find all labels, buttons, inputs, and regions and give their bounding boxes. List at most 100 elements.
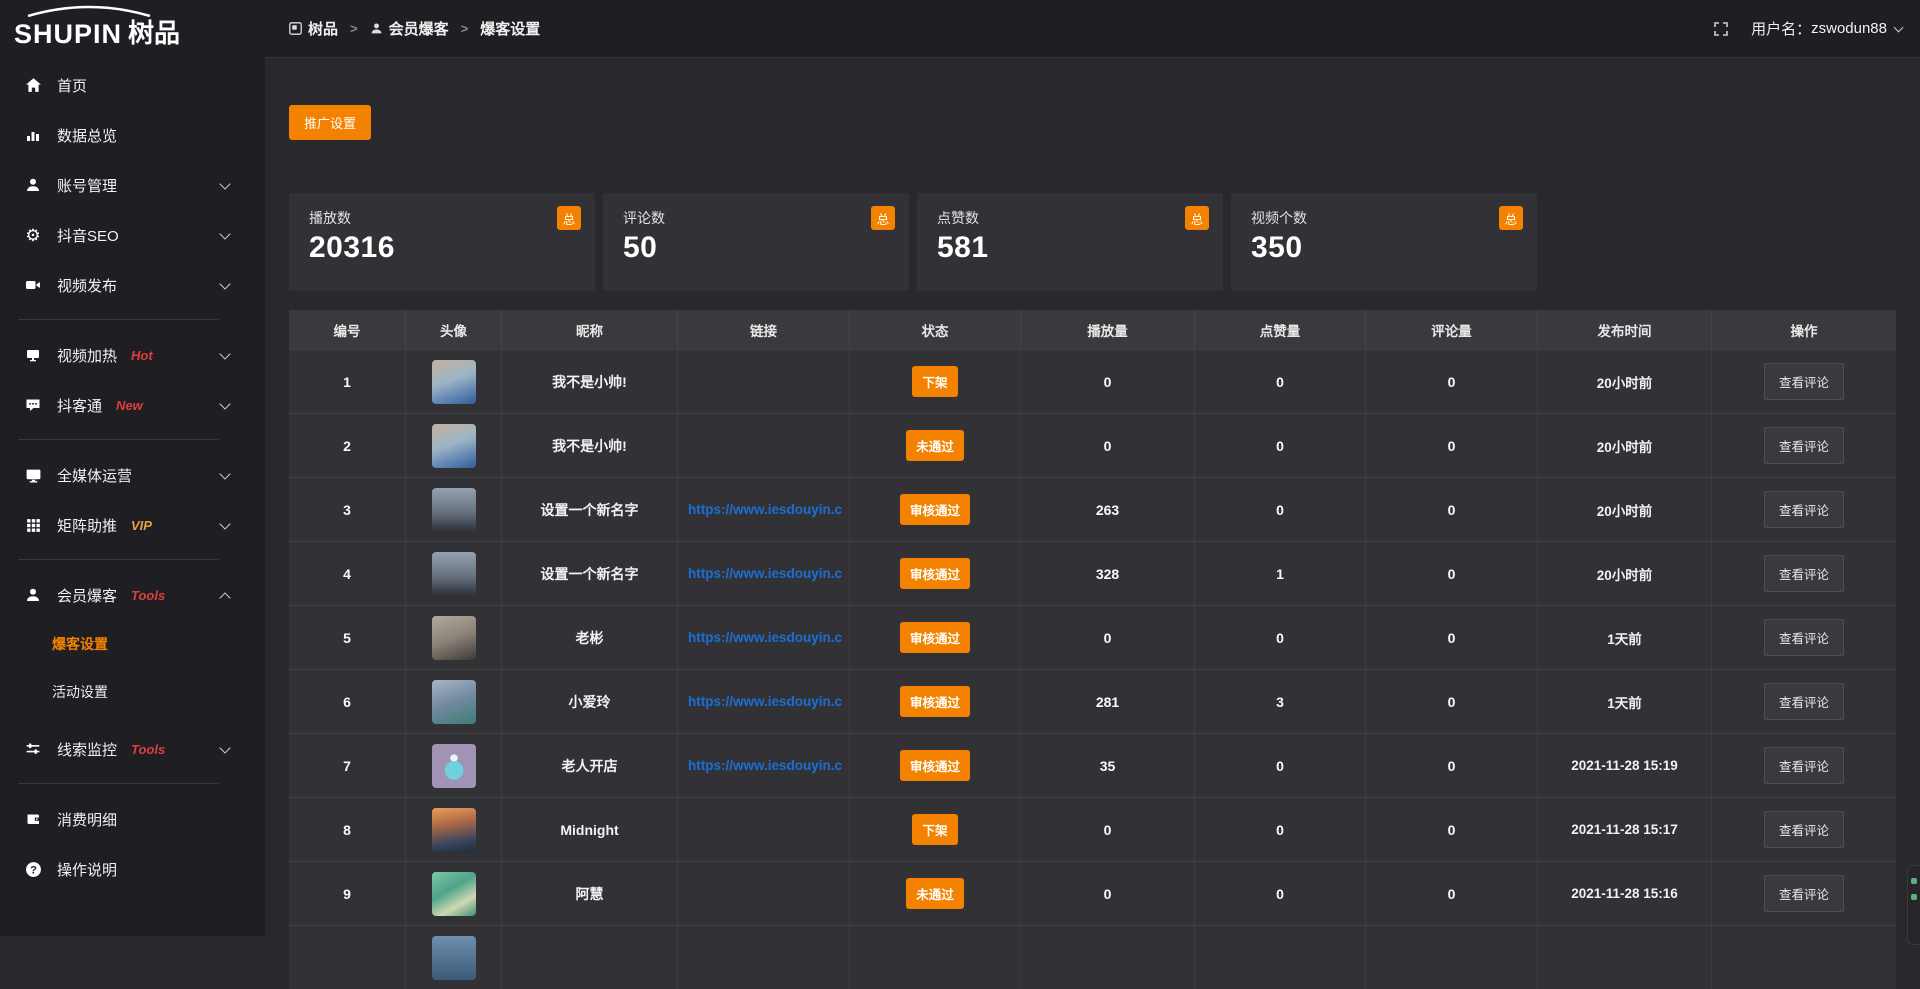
chevron-down-icon — [219, 278, 230, 289]
cell-avatar — [406, 926, 502, 989]
chevron-down-icon — [219, 178, 230, 189]
cell-plays: 0 — [1021, 414, 1195, 477]
breadcrumb-item-shupin[interactable]: 树品 — [289, 18, 338, 39]
cell-actions: 查看评论 — [1712, 350, 1896, 413]
sidebar-item-video-publish[interactable]: 视频发布 — [0, 260, 265, 310]
view-comments-button[interactable]: 查看评论 — [1764, 363, 1844, 400]
sidebar-subitem-activity-settings[interactable]: 活动设置 — [0, 668, 265, 716]
breadcrumb-separator: > — [461, 21, 469, 36]
breadcrumb-item-member-baoke[interactable]: 会员爆客 — [370, 18, 449, 39]
sidebar-item-lead-monitoring[interactable]: 线索监控 Tools — [0, 724, 265, 774]
view-comments-button[interactable]: 查看评论 — [1764, 491, 1844, 528]
breadcrumb-item-baoke-settings[interactable]: 爆客设置 — [480, 18, 540, 39]
chevron-down-icon — [219, 348, 230, 359]
sidebar-item-matrix-boost[interactable]: 矩阵助推 VIP — [0, 500, 265, 550]
video-link[interactable]: https://www.iesdouyin.c — [688, 758, 842, 773]
cell-likes: 1 — [1195, 542, 1366, 605]
videos-table: 编号 头像 昵称 链接 状态 播放量 点赞量 评论量 发布时间 操作 1 我不是… — [289, 310, 1896, 989]
view-comments-button[interactable]: 查看评论 — [1764, 427, 1844, 464]
table-row: 7 老人开店 https://www.iesdouyin.c 审核通过 35 0… — [289, 733, 1896, 797]
stat-card-likes: 点赞数 581 总 — [917, 193, 1223, 291]
video-link[interactable]: https://www.iesdouyin.c — [688, 502, 842, 517]
sidebar-item-video-heating[interactable]: 视频加热 Hot — [0, 330, 265, 380]
column-header-publish-time: 发布时间 — [1538, 310, 1712, 349]
cell-id — [289, 926, 406, 989]
sidebar-item-label: 线索监控 — [57, 739, 117, 760]
stat-label: 播放数 — [309, 208, 575, 228]
cell-publish-time: 20小时前 — [1538, 414, 1712, 477]
cell-likes: 0 — [1195, 798, 1366, 861]
username-value: zswodun88 — [1811, 20, 1887, 37]
stat-value: 20316 — [309, 231, 575, 265]
avatar — [432, 936, 476, 980]
cell-likes — [1195, 926, 1366, 989]
video-link[interactable]: https://www.iesdouyin.c — [688, 566, 842, 581]
cell-likes: 0 — [1195, 606, 1366, 669]
chevron-down-icon — [219, 398, 230, 409]
wallet-icon — [24, 810, 42, 828]
sidebar-item-label: 会员爆客 — [57, 585, 117, 606]
view-comments-button[interactable]: 查看评论 — [1764, 619, 1844, 656]
stat-card-videos: 视频个数 350 总 — [1231, 193, 1537, 291]
column-header-status: 状态 — [850, 310, 1021, 349]
avatar — [432, 680, 476, 724]
cell-comments: 0 — [1366, 606, 1538, 669]
cell-id: 9 — [289, 862, 406, 925]
sidebar-item-douyin-seo[interactable]: ⚙ 抖音SEO — [0, 210, 265, 260]
stat-value: 50 — [623, 231, 889, 265]
sidebar-item-douketong[interactable]: 抖客通 New — [0, 380, 265, 430]
sidebar-divider — [18, 559, 219, 560]
sidebar-item-spending-details[interactable]: 消费明细 — [0, 794, 265, 844]
sidebar-item-label: 视频加热 — [57, 345, 117, 366]
sidebar-item-data-overview[interactable]: 数据总览 — [0, 110, 265, 160]
bar-chart-icon — [24, 126, 42, 144]
table-row: 2 我不是小帅! 未通过 0 0 0 20小时前 查看评论 — [289, 413, 1896, 477]
user-menu[interactable]: 用户名： zswodun88 — [1751, 18, 1902, 39]
view-comments-button[interactable]: 查看评论 — [1764, 811, 1844, 848]
chevron-down-icon — [1894, 22, 1904, 32]
sidebar-item-member-baoke[interactable]: 会员爆客 Tools — [0, 570, 265, 620]
breadcrumb-separator: > — [350, 21, 358, 36]
sidebar-item-label: 抖客通 — [57, 395, 102, 416]
column-header-likes: 点赞量 — [1195, 310, 1366, 349]
cell-id: 2 — [289, 414, 406, 477]
fullscreen-icon[interactable] — [1713, 21, 1729, 37]
sidebar-item-label: 全媒体运营 — [57, 465, 132, 486]
brand-logo[interactable]: SHUPIN 树品 — [0, 0, 265, 58]
logo-text-cn: 树品 — [128, 13, 180, 50]
cell-actions: 查看评论 — [1712, 542, 1896, 605]
video-link[interactable]: https://www.iesdouyin.c — [688, 630, 842, 645]
avatar — [432, 488, 476, 532]
cell-nickname: Midnight — [502, 798, 678, 861]
cell-avatar — [406, 414, 502, 477]
table-row: 6 小爱玲 https://www.iesdouyin.c 审核通过 281 3… — [289, 669, 1896, 733]
floating-widget[interactable] — [1907, 865, 1920, 945]
sidebar-item-instructions[interactable]: ? 操作说明 — [0, 844, 265, 894]
cell-actions: 查看评论 — [1712, 670, 1896, 733]
cell-status: 审核通过 — [850, 670, 1021, 733]
sidebar-item-omni-media[interactable]: 全媒体运营 — [0, 450, 265, 500]
cell-plays: 0 — [1021, 798, 1195, 861]
cell-avatar — [406, 862, 502, 925]
table-row: 4 设置一个新名字 https://www.iesdouyin.c 审核通过 3… — [289, 541, 1896, 605]
total-badge: 总 — [557, 206, 581, 230]
view-comments-button[interactable]: 查看评论 — [1764, 683, 1844, 720]
sidebar-item-account-management[interactable]: 账号管理 — [0, 160, 265, 210]
view-comments-button[interactable]: 查看评论 — [1764, 875, 1844, 912]
stat-cards: 播放数 20316 总 评论数 50 总 点赞数 581 总 视频个数 350 … — [289, 193, 1896, 291]
sidebar-subitem-baoke-settings[interactable]: 爆客设置 — [0, 620, 265, 668]
view-comments-button[interactable]: 查看评论 — [1764, 555, 1844, 592]
cell-publish-time: 2021-11-28 15:19 — [1538, 734, 1712, 797]
cell-plays: 35 — [1021, 734, 1195, 797]
logo-arc — [24, 5, 154, 17]
sidebar-item-home[interactable]: 首页 — [0, 60, 265, 110]
video-link[interactable]: https://www.iesdouyin.c — [688, 694, 842, 709]
status-badge: 下架 — [912, 814, 957, 845]
view-comments-button[interactable]: 查看评论 — [1764, 747, 1844, 784]
cell-id: 3 — [289, 478, 406, 541]
promotion-settings-button[interactable]: 推广设置 — [289, 105, 371, 140]
cell-publish-time — [1538, 926, 1712, 989]
avatar — [432, 616, 476, 660]
status-badge: 审核通过 — [900, 750, 970, 781]
cell-comments: 0 — [1366, 734, 1538, 797]
